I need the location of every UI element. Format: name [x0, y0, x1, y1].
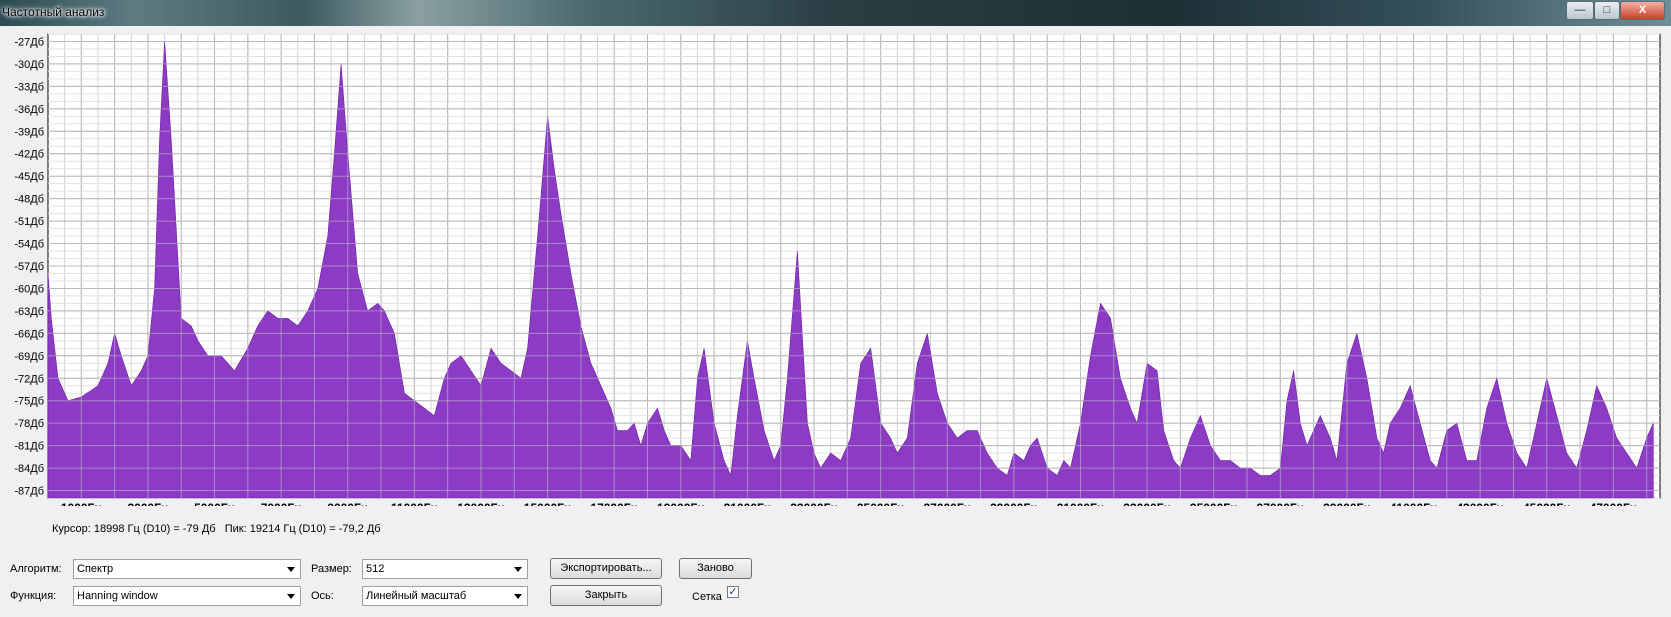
- grid-label: Сетка: [692, 591, 722, 603]
- y-tick-label: -75Дб: [14, 396, 44, 408]
- y-tick-label: -72Дб: [14, 373, 44, 385]
- y-tick-label: -57Дб: [14, 261, 44, 273]
- x-tick-label: 27000Гц: [923, 501, 971, 506]
- y-tick-label: -39Дб: [14, 126, 44, 138]
- close-icon: X: [1638, 4, 1647, 16]
- spectrum-chart[interactable]: -27Дб -30Дб -33Дб -36Дб -39Дб -42Дб -45Дб -48Дб…: [0, 26, 1671, 506]
- y-tick-label: -60Дб: [14, 283, 44, 295]
- close-window-button[interactable]: X: [1620, 1, 1665, 20]
- function-value: Hanning window: [77, 590, 158, 602]
- y-tick-label: -27Дб: [14, 36, 44, 48]
- chevron-down-icon: [514, 567, 522, 572]
- size-select[interactable]: 512: [362, 559, 528, 579]
- y-tick-label: -45Дб: [14, 171, 44, 183]
- x-tick-label: 25000Гц: [857, 501, 905, 506]
- x-tick-label: 45000Гц: [1523, 501, 1571, 506]
- y-tick-label: -30Дб: [14, 59, 44, 71]
- x-tick-label: 3000Гц: [127, 501, 168, 506]
- chevron-down-icon: [287, 567, 295, 572]
- function-select[interactable]: Hanning window: [73, 586, 301, 606]
- x-tick-label: 31000Гц: [1057, 501, 1105, 506]
- checkmark-icon: ✓: [728, 586, 738, 598]
- x-tick-label: 39000Гц: [1323, 501, 1371, 506]
- x-tick-label: 17000Гц: [590, 501, 638, 506]
- function-label: Функция:: [10, 590, 57, 602]
- x-tick-label: 11000Гц: [391, 501, 439, 506]
- spectrum-plot[interactable]: -27Дб -30Дб -33Дб -36Дб -39Дб -42Дб -45Дб -48Дб…: [0, 26, 1671, 506]
- replot-button[interactable]: Заново: [679, 558, 752, 579]
- y-tick-label: -66Дб: [14, 328, 44, 340]
- chevron-down-icon: [514, 594, 522, 599]
- x-tick-label: 43000Гц: [1456, 501, 1504, 506]
- x-tick-label: 19000Гц: [657, 501, 705, 506]
- y-tick-label: -42Дб: [14, 149, 44, 161]
- x-tick-label: 9000Гц: [327, 501, 368, 506]
- algorithm-label: Алгоритм:: [10, 563, 62, 575]
- chevron-down-icon: [287, 594, 295, 599]
- x-tick-label: 35000Гц: [1190, 501, 1238, 506]
- y-tick-label: -33Дб: [14, 81, 44, 93]
- x-tick-label: 15000Гц: [524, 501, 572, 506]
- cursor-readout: Курсор: 18998 Гц (D10) = -79 Дб: [52, 523, 216, 535]
- y-tick-label: -54Дб: [14, 239, 44, 251]
- export-button[interactable]: Экспортировать...: [550, 558, 662, 579]
- y-tick-label: -78Дб: [14, 418, 44, 430]
- y-tick-label: -63Дб: [14, 306, 44, 318]
- y-tick-label: -84Дб: [14, 463, 44, 475]
- y-tick-label: -51Дб: [14, 216, 44, 228]
- axis-label: Ось:: [311, 590, 334, 602]
- maximize-button[interactable]: □: [1594, 1, 1620, 20]
- algorithm-value: Спектр: [77, 563, 114, 575]
- x-tick-label: 37000Гц: [1257, 501, 1305, 506]
- axis-value: Линейный масштаб: [366, 590, 467, 602]
- grid-checkbox[interactable]: ✓: [727, 586, 739, 598]
- status-line: Курсор: 18998 Гц (D10) = -79 Дб Пик: 192…: [52, 523, 381, 535]
- x-tick-label: 41000Гц: [1390, 501, 1438, 506]
- x-tick-label: 23000Гц: [790, 501, 838, 506]
- size-label: Размер:: [311, 563, 352, 575]
- x-tick-label: 1000Гц: [61, 501, 102, 506]
- y-tick-label: -87Дб: [14, 486, 44, 498]
- window-title: Частотный анализ: [2, 5, 105, 19]
- y-tick-label: -69Дб: [14, 351, 44, 363]
- x-tick-label: 13000Гц: [457, 501, 505, 506]
- close-button[interactable]: Закрыть: [550, 585, 662, 606]
- minimize-icon: —: [1574, 4, 1586, 16]
- y-tick-label: -81Дб: [14, 441, 44, 453]
- size-value: 512: [366, 563, 385, 575]
- title-bar[interactable]: Частотный анализ — □ X: [0, 0, 1671, 26]
- axis-select[interactable]: Линейный масштаб: [362, 586, 528, 606]
- x-tick-label: 33000Гц: [1123, 501, 1171, 506]
- analysis-window: -27Дб -30Дб -33Дб -36Дб -39Дб -42Дб -45Дб -48Дб…: [0, 26, 1671, 617]
- x-tick-label: 47000Гц: [1590, 501, 1638, 506]
- algorithm-select[interactable]: Спектр: [73, 559, 301, 579]
- x-tick-label: 29000Гц: [990, 501, 1038, 506]
- minimize-button[interactable]: —: [1566, 1, 1594, 20]
- peak-readout: Пик: 19214 Гц (D10) = -79,2 Дб: [224, 523, 381, 535]
- y-tick-label: -36Дб: [14, 104, 44, 116]
- x-tick-label: 7000Гц: [261, 501, 302, 506]
- x-tick-label: 5000Гц: [194, 501, 235, 506]
- y-tick-label: -48Дб: [14, 194, 44, 206]
- maximize-icon: □: [1603, 4, 1611, 16]
- x-tick-label: 21000Гц: [724, 501, 772, 506]
